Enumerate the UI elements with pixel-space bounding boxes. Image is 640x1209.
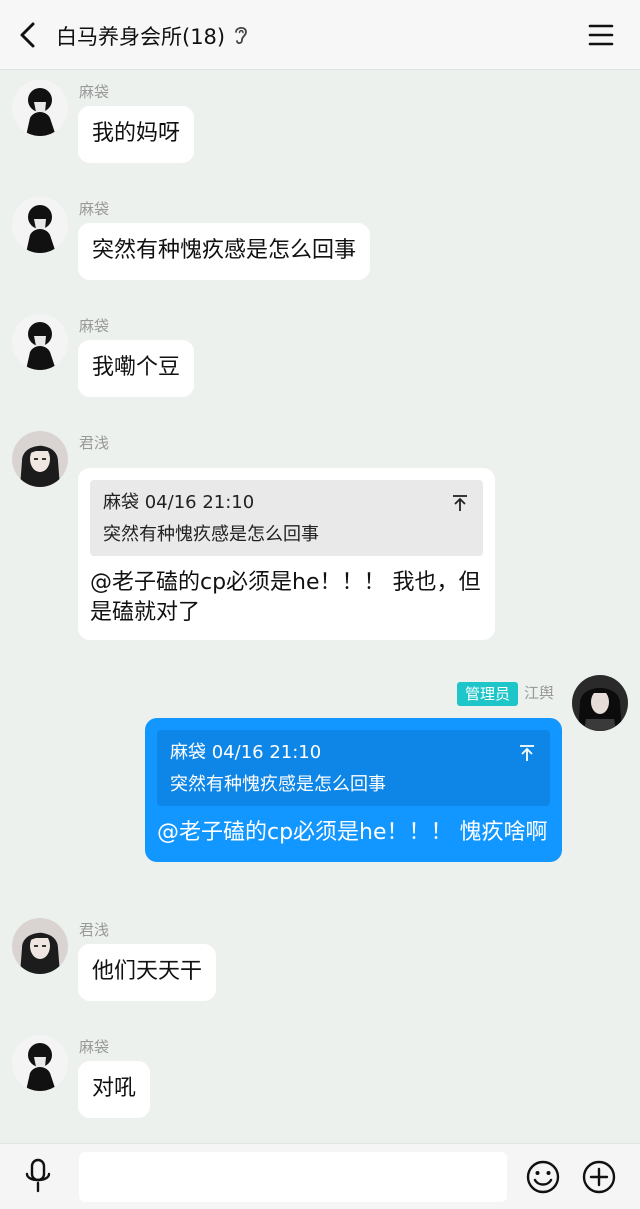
back-arrow-icon[interactable] [14, 20, 42, 50]
quote-text: 突然有种愧疚感是怎么回事 [170, 774, 386, 795]
reply-bubble[interactable]: 麻袋 04/16 21:10 突然有种愧疚感是怎么回事 @老子磕的cp必须是he… [78, 468, 495, 640]
sender-name: 江舆 [524, 684, 555, 702]
quote-jump-icon[interactable] [518, 744, 536, 762]
quote-header: 麻袋 04/16 21:10 [103, 492, 255, 513]
avatar[interactable] [12, 431, 68, 487]
sender-name: 麻袋 [79, 200, 110, 218]
quote-header: 麻袋 04/16 21:10 [170, 742, 322, 763]
plus-icon[interactable] [581, 1159, 617, 1195]
quote-jump-icon[interactable] [451, 494, 469, 512]
avatar[interactable] [12, 80, 68, 136]
message-bubble[interactable]: 我嘞个豆 [78, 340, 195, 397]
reply-bubble-self[interactable]: 麻袋 04/16 21:10 突然有种愧疚感是怎么回事 @老子磕的cp必须是he… [145, 718, 562, 862]
quoted-message[interactable]: 麻袋 04/16 21:10 突然有种愧疚感是怎么回事 [90, 480, 483, 556]
message-text: @老子磕的cp必须是he！！！ 愧疚啥啊 [157, 820, 548, 845]
avatar[interactable] [12, 1035, 68, 1091]
menu-icon[interactable] [588, 22, 614, 48]
sender-name: 君浅 [79, 434, 110, 452]
microphone-icon[interactable] [24, 1158, 52, 1194]
message-text: @老子磕的cp必须是he！！！ 我也，但是磕就对了 [90, 570, 481, 625]
input-bar [0, 1143, 640, 1209]
ear-icon [235, 26, 247, 45]
quoted-message[interactable]: 麻袋 04/16 21:10 突然有种愧疚感是怎么回事 [157, 730, 550, 806]
avatar[interactable] [572, 675, 628, 731]
message-bubble[interactable]: 突然有种愧疚感是怎么回事 [78, 223, 371, 280]
chat-title: 白马养身会所(18) [56, 25, 226, 49]
emoji-icon[interactable] [525, 1159, 561, 1195]
chat-header: 白马养身会所(18) [0, 0, 640, 70]
sender-name: 麻袋 [79, 83, 110, 101]
sender-name: 麻袋 [79, 1038, 110, 1056]
avatar[interactable] [12, 918, 68, 974]
avatar[interactable] [12, 197, 68, 253]
sender-name: 麻袋 [79, 317, 110, 335]
message-input[interactable] [79, 1152, 507, 1202]
message-bubble[interactable]: 他们天天干 [78, 944, 217, 1001]
avatar[interactable] [12, 314, 68, 370]
message-bubble[interactable]: 我的妈呀 [78, 106, 195, 163]
quote-text: 突然有种愧疚感是怎么回事 [103, 524, 319, 545]
message-bubble[interactable]: 对吼 [78, 1061, 151, 1118]
message-list[interactable]: 麻袋 我的妈呀 麻袋 突然有种愧疚感是怎么回事 麻袋 我嘞个豆 君浅 麻袋 04… [0, 70, 640, 1143]
admin-badge: 管理员 [457, 682, 518, 706]
sender-name: 君浅 [79, 921, 110, 939]
